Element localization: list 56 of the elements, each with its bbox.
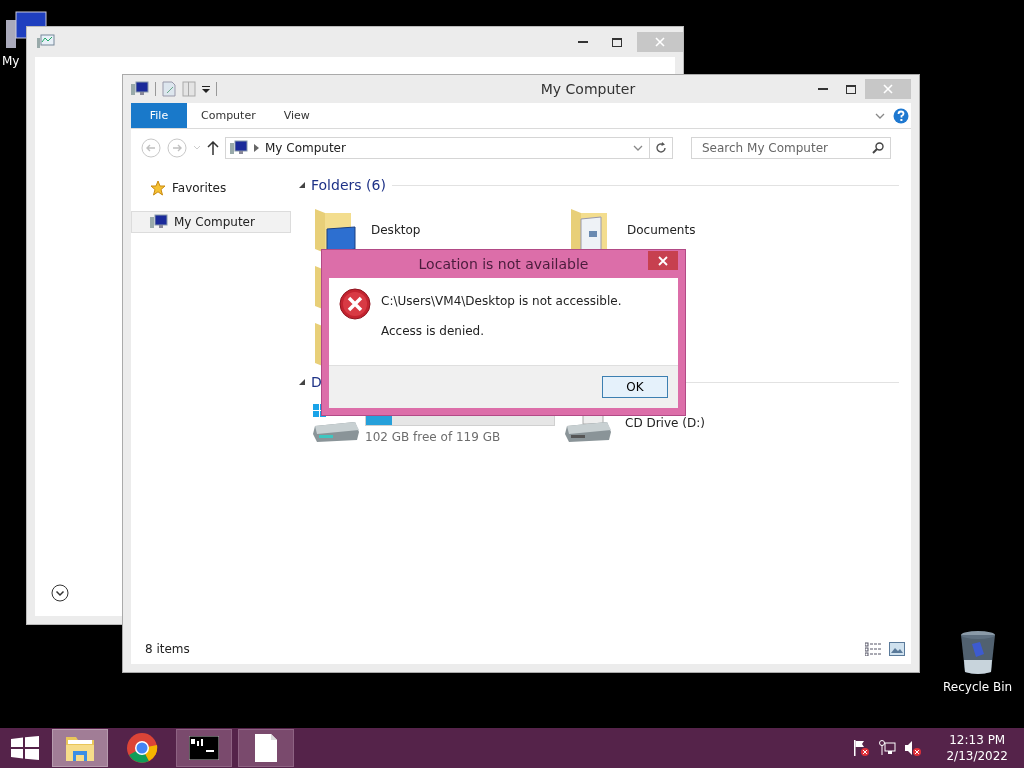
close-icon <box>883 84 893 94</box>
nav-item[interactable]: Favorites <box>131 177 291 199</box>
taskbar-button[interactable] <box>176 729 232 767</box>
star-icon <box>150 180 166 196</box>
desktop-icon-label[interactable]: My <box>2 54 20 68</box>
ribbon-tab[interactable]: File <box>131 103 187 128</box>
maximize-icon[interactable] <box>846 84 856 94</box>
muted-speaker-icon[interactable] <box>904 739 923 757</box>
folder-name[interactable]: Documents <box>627 222 696 237</box>
document-icon <box>254 733 278 763</box>
search-field[interactable]: Search My Computer <box>691 137 891 159</box>
nav-item[interactable]: My Computer <box>131 211 291 233</box>
close-icon <box>658 255 668 266</box>
error-message: C:\Users\VM4\Desktop is not accessible. <box>381 294 622 308</box>
breadcrumb-arrow-icon[interactable] <box>254 144 259 152</box>
desktop-icon-label[interactable]: Recycle Bin <box>943 680 1013 694</box>
close-button[interactable] <box>648 251 678 270</box>
maximize-icon[interactable] <box>612 37 622 47</box>
close-icon <box>655 37 665 47</box>
address-bar[interactable]: My Computer <box>225 137 673 159</box>
item-count: 8 items <box>145 642 190 656</box>
up-arrow-icon[interactable] <box>207 141 219 155</box>
dropdown-icon[interactable] <box>202 85 210 93</box>
large-icons-view-icon[interactable] <box>889 642 905 656</box>
search-icon <box>872 142 884 154</box>
group-header[interactable]: Folders (6) <box>311 177 386 193</box>
refresh-icon[interactable] <box>655 142 667 154</box>
clock[interactable]: 12:13 PM 2/13/2022 <box>946 732 1008 764</box>
flag-alert-icon[interactable] <box>852 739 871 757</box>
chevron-down-icon[interactable] <box>875 112 885 119</box>
start-icon[interactable] <box>11 736 39 760</box>
error-icon <box>339 288 371 320</box>
computer-icon <box>230 140 248 156</box>
taskbar-button[interactable] <box>238 729 294 767</box>
computer-icon <box>150 214 168 230</box>
ribbon-tab[interactable]: Computer <box>187 103 270 128</box>
collapse-icon[interactable] <box>299 379 305 385</box>
folder-name[interactable]: Desktop <box>371 222 421 237</box>
computer-icon <box>131 81 149 97</box>
browser-icon <box>126 732 158 764</box>
group-header[interactable]: D <box>311 374 322 390</box>
collapse-icon[interactable] <box>299 182 305 188</box>
monitor-chart-icon <box>37 34 55 50</box>
expand-circle-icon[interactable] <box>51 584 69 602</box>
chevron-down-icon[interactable] <box>633 145 643 151</box>
drive-name[interactable]: CD Drive (D:) <box>625 416 705 430</box>
dialog-title: Location is not available <box>418 256 589 272</box>
ribbon-tab[interactable]: View <box>269 103 324 128</box>
error-detail: Access is denied. <box>381 324 486 338</box>
ok-button[interactable]: OK <box>602 376 668 398</box>
window-title: My Computer <box>540 81 636 97</box>
details-view-icon[interactable] <box>865 642 881 656</box>
terminal-icon <box>189 736 219 760</box>
drive-free-space: 102 GB free of 119 GB <box>365 430 502 444</box>
network-icon[interactable] <box>878 739 897 757</box>
help-icon[interactable] <box>893 107 909 124</box>
